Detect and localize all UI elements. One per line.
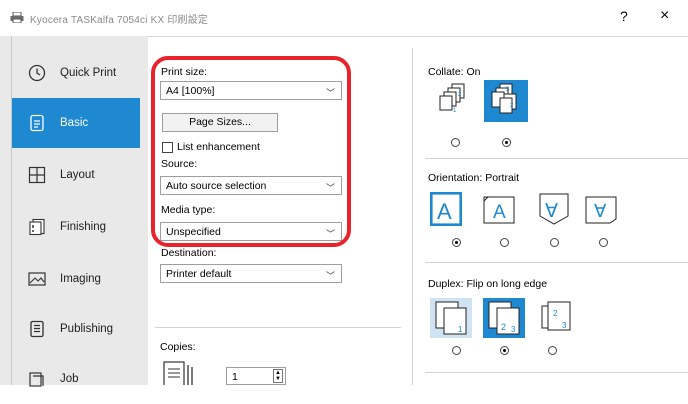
finishing-icon xyxy=(28,218,46,236)
duplex-short-edge-icon: 2 3 xyxy=(541,301,571,331)
duplex-separator xyxy=(425,372,688,373)
svg-text:1: 1 xyxy=(453,108,457,114)
image-icon xyxy=(28,270,46,288)
orientation-rotated-landscape-radio[interactable] xyxy=(599,238,608,247)
duplex-long-edge-icon: 2 3 xyxy=(488,301,520,335)
duplex-number: 3 xyxy=(511,325,516,334)
orientation-glyph: A xyxy=(493,202,506,223)
duplex-long-edge-option[interactable]: 2 3 xyxy=(483,298,525,338)
collated-stack-icon: 3 2 xyxy=(491,83,517,114)
copies-value: 1 xyxy=(232,371,238,383)
copies-stepper[interactable]: 1 ▲ ▼ xyxy=(226,367,286,385)
sidebar-item-label: Job xyxy=(60,373,79,385)
duplex-long-edge-radio[interactable] xyxy=(500,346,509,355)
orientation-glyph: A xyxy=(437,199,452,224)
sidebar-item-label: Quick Print xyxy=(60,67,117,79)
close-button[interactable]: × xyxy=(660,7,669,25)
sidebar-item-quick-print[interactable]: Quick Print xyxy=(12,48,140,98)
sidebar-item-finishing[interactable]: Finishing xyxy=(12,202,140,252)
duplex-number: 2 xyxy=(553,309,558,318)
collate-separator xyxy=(425,158,688,159)
duplex-off-option[interactable]: 1 xyxy=(430,298,472,338)
sidebar-item-layout[interactable]: Layout xyxy=(12,150,140,200)
document-icon xyxy=(28,114,46,132)
portrait-page-icon: A xyxy=(431,193,461,225)
copies-separator xyxy=(155,327,401,328)
clock-icon xyxy=(28,64,46,82)
collate-label: Collate: On xyxy=(428,66,481,78)
destination-label: Destination: xyxy=(161,247,217,259)
panel-top-border xyxy=(148,36,688,37)
destination-dropdown[interactable]: Printer default ﹀ xyxy=(160,264,342,283)
duplex-short-edge-radio[interactable] xyxy=(548,346,557,355)
publishing-icon xyxy=(28,320,46,338)
copies-document-icon xyxy=(163,361,193,385)
orientation-label: Orientation: Portrait xyxy=(428,172,520,184)
chevron-down-icon: ﹀ xyxy=(325,271,335,281)
duplex-short-edge-option[interactable]: 2 3 xyxy=(534,298,576,338)
sidebar: Quick Print Basic Layout Finishing Imagi… xyxy=(0,36,148,387)
job-icon xyxy=(28,370,46,388)
sidebar-item-label: Finishing xyxy=(60,221,107,233)
printer-icon xyxy=(10,12,24,23)
sidebar-item-label: Imaging xyxy=(60,273,101,285)
duplex-off-radio[interactable] xyxy=(452,346,461,355)
uncollated-stack-icon: 1 2 xyxy=(439,83,465,114)
spin-arrows-icon[interactable]: ▲ ▼ xyxy=(273,369,283,383)
sidebar-item-basic[interactable]: Basic xyxy=(12,98,140,148)
duplex-number: 3 xyxy=(562,321,567,330)
landscape-page-icon: A xyxy=(483,196,515,224)
orientation-portrait-radio[interactable] xyxy=(452,238,461,247)
sidebar-item-label: Layout xyxy=(60,169,95,181)
collate-off-option[interactable]: 1 2 xyxy=(438,82,474,118)
sidebar-item-label: Basic xyxy=(60,117,89,129)
sidebar-item-imaging[interactable]: Imaging xyxy=(12,254,140,304)
collate-on-radio[interactable] xyxy=(502,138,511,147)
collate-on-option[interactable]: 3 2 xyxy=(484,80,528,122)
destination-value: Printer default xyxy=(166,268,232,280)
orientation-rotated-portrait-option[interactable]: ∀ xyxy=(538,192,570,226)
column-divider xyxy=(412,48,413,385)
title-bar: Kyocera TASKalfa 7054ci KX 印刷設定 ? × xyxy=(0,0,688,36)
grid-icon xyxy=(28,166,46,184)
orientation-rotated-landscape-option[interactable]: ∀ xyxy=(584,195,617,229)
window-title: Kyocera TASKalfa 7054ci KX 印刷設定 xyxy=(30,15,209,26)
duplex-number: 2 xyxy=(501,322,506,332)
orientation-rotated-portrait-radio[interactable] xyxy=(550,238,559,247)
collate-off-radio[interactable] xyxy=(451,138,460,147)
orientation-glyph: ∀ xyxy=(545,201,558,222)
sidebar-item-label: Publishing xyxy=(60,323,114,335)
duplex-number: 1 xyxy=(458,325,463,334)
duplex-label: Duplex: Flip on long edge xyxy=(428,278,548,290)
duplex-off-icon: 1 xyxy=(435,301,467,335)
orientation-portrait-option[interactable]: A xyxy=(430,192,462,226)
highlight-callout xyxy=(151,56,351,247)
orientation-glyph: ∀ xyxy=(594,201,607,221)
copies-label: Copies: xyxy=(160,341,196,353)
orientation-landscape-option[interactable]: A xyxy=(482,195,515,229)
help-button[interactable]: ? xyxy=(620,8,628,24)
rotated-portrait-page-icon: ∀ xyxy=(539,193,569,225)
sidebar-item-job[interactable]: Job xyxy=(12,354,140,404)
orientation-landscape-radio[interactable] xyxy=(500,238,509,247)
rotated-landscape-page-icon: ∀ xyxy=(585,196,617,224)
orientation-separator xyxy=(425,262,688,263)
sidebar-item-publishing[interactable]: Publishing xyxy=(12,304,140,354)
